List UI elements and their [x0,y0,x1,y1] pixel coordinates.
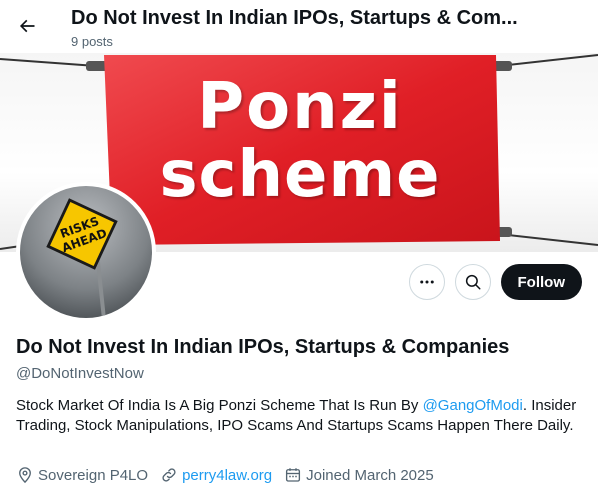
profile-bio: Stock Market Of India Is A Big Ponzi Sch… [16,396,586,436]
profile-actions: Follow [408,264,582,300]
more-horizontal-icon [419,280,434,284]
location-text: Sovereign P4LO [38,466,149,484]
bio-mention-link[interactable]: @GangOfModi [423,397,523,414]
profile-meta: Sovereign P4LO perry4law.org Joined Marc… [16,466,446,484]
location-pin-icon [19,467,31,484]
bio-text-1: Stock Market Of India Is A Big Ponzi Sch… [16,397,423,414]
link-icon [162,468,176,482]
website-item: perry4law.org [160,466,272,484]
joined-item: Joined March 2025 [284,466,434,484]
banner-text: Ponzi scheme [110,75,490,207]
arrow-left-icon [19,19,35,33]
banner-line1: Ponzi [197,70,403,144]
profile-header: Do Not Invest In Indian IPOs, Startups &… [0,0,598,53]
posts-count: 9 posts [71,34,113,49]
more-button[interactable] [408,264,445,300]
avatar[interactable]: RISKS AHEAD [16,182,156,322]
location-item: Sovereign P4LO [16,466,148,484]
calendar-icon [286,468,301,482]
website-link[interactable]: perry4law.org [182,467,272,484]
risks-ahead-sign-icon: RISKS AHEAD [20,186,152,318]
profile-handle: @DoNotInvestNow [16,365,144,382]
search-button[interactable] [454,264,491,300]
profile-name: Do Not Invest In Indian IPOs, Startups &… [16,336,510,358]
header-title: Do Not Invest In Indian IPOs, Startups &… [71,7,518,29]
search-icon [465,274,480,290]
back-button[interactable] [10,9,44,43]
follow-button[interactable]: Follow [500,264,582,300]
banner-line2: scheme [159,138,441,212]
joined-text: Joined March 2025 [306,466,434,484]
